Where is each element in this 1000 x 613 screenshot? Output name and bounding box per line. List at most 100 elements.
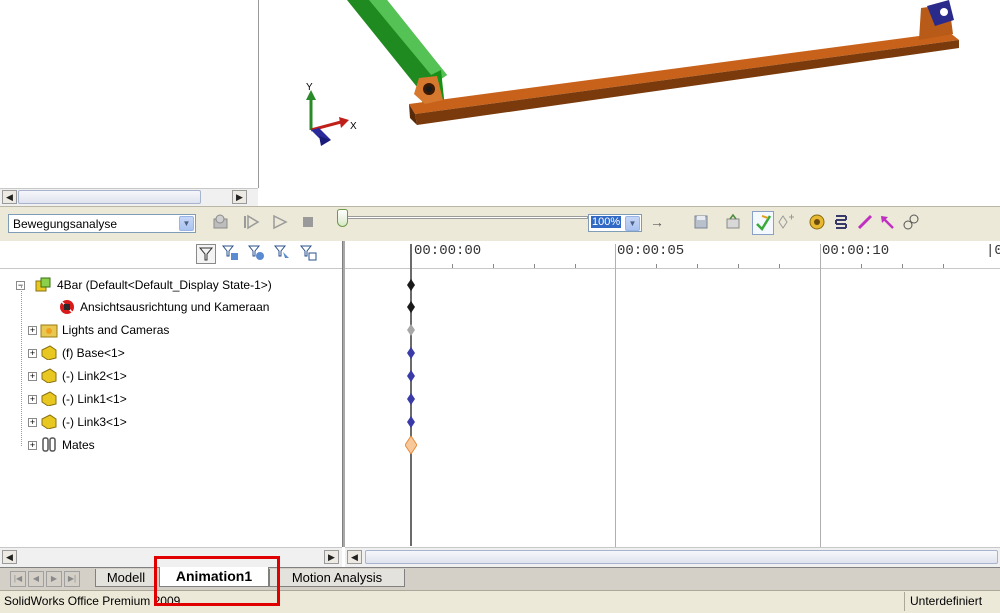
expand-icon[interactable]: + — [28, 372, 37, 381]
scroll-thumb[interactable] — [18, 190, 201, 204]
calculate-icon[interactable] — [212, 213, 230, 231]
keyframe-link2[interactable] — [407, 370, 415, 382]
keyframe-link1[interactable] — [407, 393, 415, 405]
tree-item-view-orientation[interactable]: Ansichtsausrichtung und Kameraan — [0, 297, 340, 317]
timeline-horizontal-scrollbar[interactable]: ◀ — [345, 547, 1000, 568]
timeline-tick — [493, 264, 494, 268]
timeline-tick — [902, 264, 903, 268]
chevron-down-icon[interactable]: ▼ — [179, 216, 194, 231]
timeline-tick — [943, 264, 944, 268]
keyframe-base[interactable] — [407, 347, 415, 359]
horizontal-scrollbar-top[interactable]: ◀ ▶ — [0, 188, 258, 206]
keyframe-link3[interactable] — [407, 416, 415, 428]
tree-item-label: Lights and Cameras — [62, 323, 170, 337]
tab-modell[interactable]: Modell — [95, 569, 157, 587]
first-tab-icon[interactable]: |◀ — [10, 571, 26, 587]
lights-folder-icon — [40, 324, 58, 338]
time-label-15: |0 — [986, 243, 1000, 259]
tree-item-label: (-) Link2<1> — [62, 369, 127, 383]
camera-off-icon — [60, 300, 74, 314]
zoom-select[interactable]: 100% ▼ — [588, 214, 642, 232]
timeline-area[interactable] — [343, 241, 1000, 547]
keyframe-view[interactable] — [407, 301, 415, 313]
scroll-left-icon[interactable]: ◀ — [2, 550, 17, 564]
tree-item-4bar[interactable]: − 4Bar (Default<Default_Display State-1>… — [0, 275, 340, 295]
spring-icon[interactable] — [832, 213, 850, 231]
triad-x-label: X — [350, 121, 357, 132]
prev-tab-icon[interactable]: ◀ — [28, 571, 44, 587]
feature-manager-top-pane — [0, 0, 259, 188]
timeline-tick — [656, 264, 657, 268]
tree-item-link1[interactable]: + (-) Link1<1> — [0, 389, 340, 409]
expand-icon[interactable]: + — [28, 418, 37, 427]
scroll-right-icon[interactable]: ▶ — [324, 550, 339, 564]
tree-item-base[interactable]: + (f) Base<1> — [0, 343, 340, 363]
mates-icon — [42, 437, 56, 452]
timeline-gridline — [820, 244, 821, 547]
highlight-annotation — [154, 556, 280, 606]
filter-driving-icon[interactable] — [246, 244, 266, 264]
motor-icon[interactable] — [808, 213, 826, 231]
timeline-tick — [861, 264, 862, 268]
autokey-icon[interactable] — [752, 211, 774, 235]
tree-item-lights-cameras[interactable]: + Lights and Cameras — [0, 320, 340, 340]
part-icon — [41, 414, 57, 429]
keyframe-4bar[interactable] — [407, 279, 415, 291]
tree-filter-bar — [0, 241, 342, 269]
filter-selected-icon[interactable] — [272, 244, 292, 264]
timeline-tick — [534, 264, 535, 268]
tree-item-label: Mates — [62, 438, 95, 452]
add-key-icon[interactable] — [777, 213, 795, 231]
part-icon — [41, 391, 57, 406]
filter-results-icon[interactable] — [298, 244, 318, 264]
timeline-tick — [779, 264, 780, 268]
zoom-value: 100% — [591, 216, 622, 228]
tree-item-label: (f) Base<1> — [62, 346, 125, 360]
expand-icon[interactable]: + — [28, 395, 37, 404]
timeline-gridline — [615, 244, 616, 547]
tree-item-mates[interactable]: + Mates — [0, 435, 340, 455]
damper-icon[interactable] — [856, 213, 874, 231]
expand-icon[interactable]: + — [28, 326, 37, 335]
force-icon[interactable] — [878, 213, 896, 231]
tab-motion-analysis[interactable]: Motion Analysis — [269, 569, 405, 587]
tree-item-label: (-) Link3<1> — [62, 415, 127, 429]
keyframe-mates[interactable] — [405, 436, 417, 454]
coordinate-triad: Y X — [306, 82, 357, 146]
slider-handle[interactable] — [337, 209, 348, 227]
triad-y-label: Y — [306, 82, 313, 93]
part-icon — [41, 368, 57, 383]
expand-icon[interactable]: + — [28, 441, 37, 450]
tree-item-label: Ansichtsausrichtung und Kameraan — [80, 300, 270, 314]
playback-speed-slider[interactable] — [344, 216, 588, 219]
stop-icon[interactable] — [299, 213, 317, 231]
next-tab-icon[interactable]: ▶ — [46, 571, 62, 587]
animation-wizard-icon[interactable] — [724, 213, 742, 231]
filter-animated-icon[interactable] — [220, 244, 240, 264]
graphics-viewport[interactable]: Y X — [259, 0, 1000, 206]
tree-item-link2[interactable]: + (-) Link2<1> — [0, 366, 340, 386]
tree-item-link3[interactable]: + (-) Link3<1> — [0, 412, 340, 432]
save-animation-icon[interactable] — [692, 213, 710, 231]
last-tab-icon[interactable]: ▶| — [64, 571, 80, 587]
assembly-icon — [35, 277, 51, 292]
scroll-right-icon[interactable]: ▶ — [232, 190, 247, 204]
scroll-left-icon[interactable]: ◀ — [347, 550, 362, 564]
scroll-thumb[interactable] — [365, 550, 998, 564]
arrow-right-icon[interactable]: → — [648, 213, 666, 231]
chevron-down-icon[interactable]: ▼ — [625, 216, 640, 231]
orange-base-link — [409, 0, 959, 125]
timeline-tick — [697, 264, 698, 268]
study-type-select[interactable]: Bewegungsanalyse ▼ — [8, 214, 196, 233]
play-icon[interactable] — [271, 213, 289, 231]
filter-icon[interactable] — [196, 244, 216, 264]
play-from-start-icon[interactable] — [242, 213, 260, 231]
status-definition: Unterdefiniert — [910, 594, 983, 608]
contact-icon[interactable] — [902, 213, 920, 231]
expand-icon[interactable]: + — [28, 349, 37, 358]
keyframe-lights[interactable] — [407, 324, 415, 336]
tree-item-label: (-) Link1<1> — [62, 392, 127, 406]
time-label-10: 00:00:10 — [822, 243, 890, 259]
study-type-value: Bewegungsanalyse — [13, 217, 118, 231]
scroll-left-icon[interactable]: ◀ — [2, 190, 17, 204]
